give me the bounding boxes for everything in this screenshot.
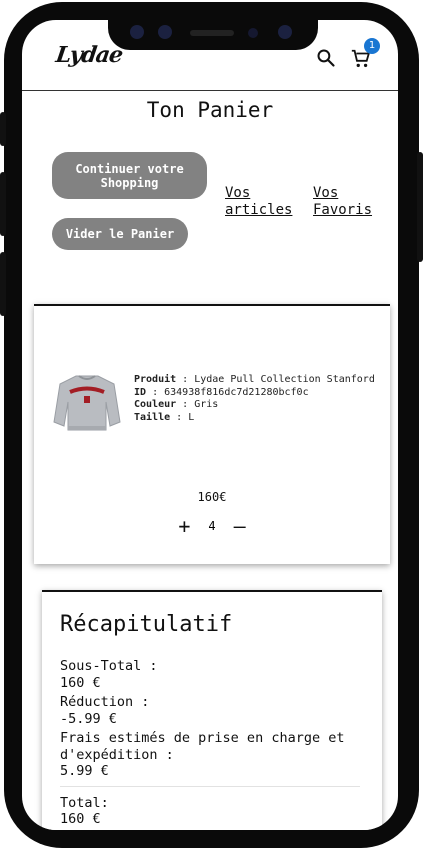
side-button-volume-up: [0, 172, 6, 236]
product-image[interactable]: [52, 372, 122, 434]
total-label: Total:: [60, 794, 109, 811]
cart-count-badge: 1: [364, 38, 380, 54]
page-title: Ton Panier: [146, 98, 274, 122]
side-button-mute: [0, 112, 6, 146]
search-icon[interactable]: [316, 48, 336, 68]
summary-divider: [60, 785, 360, 787]
product-color: Gris: [194, 399, 219, 410]
shipping-value: 5.99 €: [60, 763, 109, 779]
product-label: Produit: [134, 374, 177, 385]
side-button-power: [417, 152, 423, 262]
front-sensor: [158, 25, 172, 39]
subtotal-value: 160 €: [60, 674, 101, 691]
your-articles-link[interactable]: Vos articles: [225, 185, 305, 219]
product-id: 634938f816dc7d21280bcf0c: [164, 386, 309, 398]
front-camera-right: [278, 25, 292, 39]
clear-cart-button[interactable]: Vider le Panier: [52, 218, 188, 250]
product-name: Lydae Pull Collection Stanford: [194, 374, 375, 385]
id-label: ID: [134, 386, 147, 398]
side-button-volume-down: [0, 252, 6, 316]
discount-value: -5.99 €: [60, 710, 117, 727]
cart-item-card: Produit : Lydae Pull Collection Stanford…: [34, 304, 390, 564]
quantity-value: 4: [208, 519, 216, 533]
product-details: Produit : Lydae Pull Collection Stanford…: [134, 374, 375, 423]
size-label: Taille: [134, 411, 171, 423]
product-size: L: [188, 411, 195, 423]
proximity-sensor: [248, 28, 258, 38]
subtotal-label: Sous-Total :: [60, 658, 158, 674]
order-summary-card: Récapitulatif Sous-Total : 160 € Réducti…: [42, 590, 382, 830]
shipping-label: Frais estimés de prise en charge et d'ex…: [60, 730, 345, 763]
increment-quantity-button[interactable]: +: [178, 516, 190, 536]
summary-title: Récapitulatif: [60, 612, 233, 637]
total-value: 160 €: [60, 811, 101, 827]
color-label: Couleur: [134, 399, 177, 410]
brand-logo[interactable]: Lydae: [54, 42, 124, 68]
your-favorites-link[interactable]: Vos Favoris: [313, 185, 383, 219]
summary-body: Sous-Total : 160 € Réduction : -5.99 € F…: [60, 658, 360, 830]
earpiece-speaker: [190, 30, 234, 36]
notch: [108, 18, 318, 50]
front-camera: [130, 25, 144, 39]
quantity-stepper: + 4 —: [34, 516, 390, 536]
decrement-quantity-button[interactable]: —: [234, 516, 246, 536]
screen: Lydae 1 Ton Panier Continuer votre Shopp…: [22, 20, 398, 830]
continue-shopping-button[interactable]: Continuer votre Shopping: [52, 152, 207, 199]
item-price: 160€: [197, 490, 227, 504]
discount-label: Réduction :: [60, 694, 150, 710]
